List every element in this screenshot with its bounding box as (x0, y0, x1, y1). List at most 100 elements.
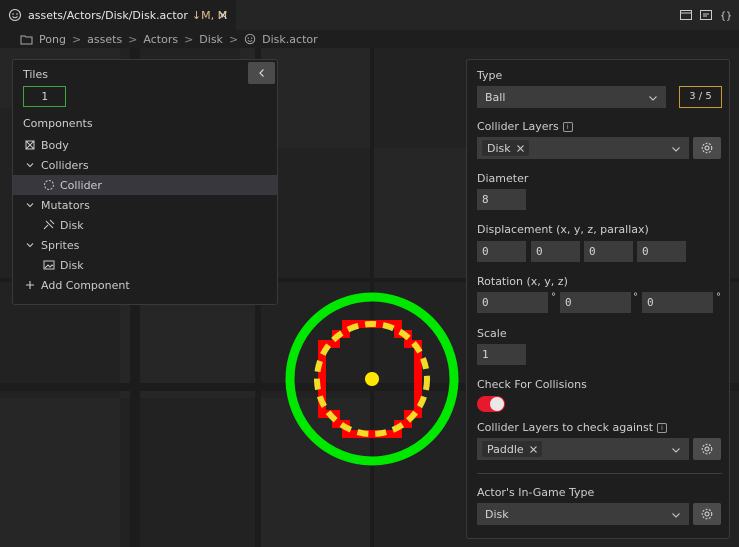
displacement-y-input[interactable]: 0 (531, 241, 580, 262)
degree-symbol: ° (551, 292, 556, 303)
rotation-x-input[interactable]: 0 (477, 292, 548, 313)
editor-tab[interactable]: assets/Actors/Disk/Disk.actor ↓M, M (0, 0, 236, 30)
smiley-icon (8, 8, 22, 22)
degree-symbol: ° (716, 292, 721, 303)
toggle-knob (490, 397, 504, 411)
folder-icon (20, 34, 33, 45)
collider-layers-settings-button[interactable] (693, 137, 721, 159)
displacement-parallax-input[interactable]: 0 (637, 241, 686, 262)
collider-layers-select[interactable]: Disk (477, 137, 689, 159)
check-against-label-text: Collider Layers to check against (477, 421, 654, 434)
check-against-label: Collider Layers to check against i (477, 421, 668, 434)
tree-item-label: Sprites (41, 238, 80, 252)
tiles-label: Tiles (23, 68, 48, 81)
tree-item-label: Collider (60, 178, 102, 192)
tree-item-label: Disk (60, 218, 84, 232)
breadcrumb-item[interactable]: Actors (143, 33, 178, 46)
close-icon[interactable] (529, 445, 538, 454)
breadcrumb-item[interactable]: assets (87, 33, 122, 46)
chevron-down-icon (672, 448, 680, 453)
tree-group-sprites[interactable]: Sprites (13, 235, 277, 255)
ingame-type-value: Disk (485, 507, 509, 521)
tree-item-label: Colliders (41, 158, 89, 172)
tree-item-label: Body (41, 138, 69, 152)
rotation-label: Rotation (x, y, z) (477, 275, 568, 288)
inspector-panel: Type Ball 3 / 5 Collider Layers i Disk D… (466, 59, 730, 539)
diameter-input[interactable]: 8 (477, 189, 526, 210)
type-label: Type (477, 69, 503, 82)
breadcrumb-separator: > (184, 32, 194, 46)
breadcrumb-item[interactable]: Pong (39, 33, 66, 46)
chevron-down-icon (23, 238, 37, 252)
chip-label: Disk (487, 141, 511, 155)
check-collisions-label: Check For Collisions (477, 378, 587, 391)
tree-item-body[interactable]: Body (13, 135, 277, 155)
add-component-button[interactable]: Add Component (13, 275, 277, 295)
preview-icon[interactable] (699, 8, 713, 22)
rotation-z-input[interactable]: 0 (642, 292, 713, 313)
body-icon (23, 138, 37, 152)
tab-title: assets/Actors/Disk/Disk.actor (28, 8, 188, 22)
chevron-down-icon (672, 147, 680, 152)
plus-icon (23, 278, 37, 292)
check-against-select[interactable]: Paddle (477, 438, 689, 460)
gear-icon (701, 508, 713, 520)
tree-item-label: Disk (60, 258, 84, 272)
info-icon[interactable]: i (657, 422, 668, 433)
tree-group-mutators[interactable]: Mutators (13, 195, 277, 215)
check-collisions-toggle[interactable] (477, 396, 505, 412)
chevron-down-icon (23, 158, 37, 172)
layer-chip: Disk (482, 140, 529, 156)
breadcrumb-item[interactable]: Disk.actor (262, 33, 317, 46)
type-value: Ball (485, 90, 506, 104)
image-icon (42, 258, 56, 272)
mutator-icon (42, 218, 56, 232)
collider-layers-label-text: Collider Layers (477, 120, 559, 133)
displacement-label: Displacement (x, y, z, parallax) (477, 223, 649, 236)
chevron-down-icon (649, 96, 657, 101)
gear-icon (701, 142, 713, 154)
close-icon[interactable] (516, 144, 525, 153)
ingame-type-settings-button[interactable] (693, 503, 721, 525)
tree-item-collider[interactable]: Collider (13, 175, 277, 195)
chip-label: Paddle (487, 442, 524, 456)
displacement-x-input[interactable]: 0 (477, 241, 526, 262)
json-braces-icon[interactable]: {} (719, 8, 733, 22)
tiles-input[interactable]: 1 (23, 86, 66, 107)
degree-symbol: ° (633, 292, 638, 303)
breadcrumb-separator: > (128, 32, 138, 46)
tab-actions: {} (679, 8, 733, 22)
center-dot (365, 372, 379, 386)
tree-item-mutator-disk[interactable]: Disk (13, 215, 277, 235)
check-against-settings-button[interactable] (693, 438, 721, 460)
tab-bar: assets/Actors/Disk/Disk.actor ↓M, M {} (0, 0, 739, 30)
gear-icon (701, 443, 713, 455)
info-icon[interactable]: i (562, 121, 573, 132)
scale-input[interactable]: 1 (477, 344, 526, 365)
displacement-z-input[interactable]: 0 (584, 241, 633, 262)
smiley-icon (244, 33, 256, 45)
collapse-panel-button[interactable] (248, 62, 275, 84)
tree-item-sprite-disk[interactable]: Disk (13, 255, 277, 275)
rotation-y-input[interactable]: 0 (560, 292, 631, 313)
ingame-type-select[interactable]: Disk (477, 503, 689, 525)
breadcrumb-separator: > (228, 32, 239, 46)
diameter-label: Diameter (477, 172, 529, 185)
breadcrumb-separator: > (71, 32, 82, 46)
split-editor-icon[interactable] (679, 8, 693, 22)
breadcrumb-item[interactable]: Disk (199, 33, 223, 46)
tree-group-colliders[interactable]: Colliders (13, 155, 277, 175)
type-select[interactable]: Ball (477, 86, 666, 108)
ingame-type-label: Actor's In-Game Type (477, 486, 595, 499)
chevron-down-icon (672, 513, 680, 518)
add-component-label: Add Component (41, 278, 130, 292)
components-panel: Tiles 1 Components Body Colliders Collid… (12, 59, 278, 305)
collider-layers-label: Collider Layers i (477, 120, 573, 133)
type-counter: 3 / 5 (679, 86, 722, 108)
layer-chip: Paddle (482, 441, 542, 457)
breadcrumb: Pong > assets > Actors > Disk > Disk.act… (0, 30, 739, 48)
components-label: Components (23, 117, 93, 130)
scale-label: Scale (477, 327, 507, 340)
close-icon[interactable] (216, 8, 230, 22)
chevron-down-icon (23, 198, 37, 212)
